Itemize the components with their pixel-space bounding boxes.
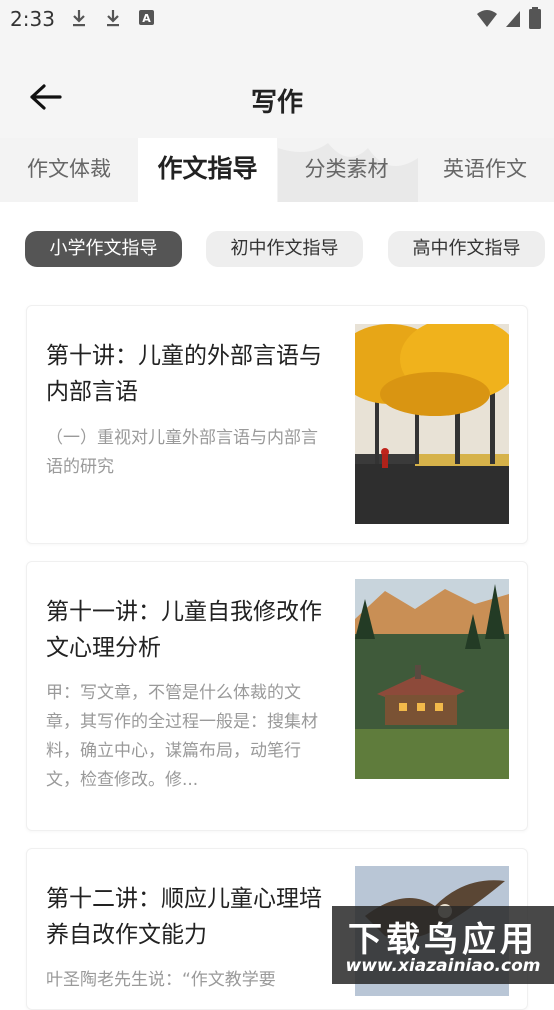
download-icon [73,10,85,27]
watermark-title: 下载鸟应用 [348,920,538,960]
wifi-icon [477,10,497,27]
tab-bar: 作文体裁 作文指导 分类素材 英语作文 [0,138,554,202]
download-icon [107,10,119,27]
app-header: 写作 [0,38,554,138]
chip-senior-high[interactable]: 高中作文指导 [388,231,545,267]
chip-primary-school[interactable]: 小学作文指导 [25,231,182,267]
article-card[interactable]: 第十讲：儿童的外部言语与内部言语 （一）重视对儿童外部言语与内部言语的研究 [26,305,528,544]
article-title: 第十讲：儿童的外部言语与内部言语 [46,343,322,405]
tab-composition-guide[interactable]: 作文指导 [138,138,277,202]
article-description: 叶圣陶老先生说：“作文教学要 [46,970,276,990]
article-card[interactable]: 第十一讲：儿童自我修改作文心理分析 甲：写文章，不管是什么体裁的文章，其写作的全… [26,561,528,831]
tab-english-composition[interactable]: 英语作文 [416,138,554,202]
tab-composition-genre[interactable]: 作文体裁 [0,138,138,202]
page-title: 写作 [250,88,303,118]
battery-icon [529,7,541,29]
article-description: 甲：写文章，不管是什么体裁的文章，其写作的全过程一般是：搜集材料，确立中心，谋篇… [46,683,318,790]
watermark-url: www.xiazainiao.com [345,956,541,976]
font-a-icon: A [139,10,154,25]
article-title: 第十一讲：儿童自我修改作文心理分析 [46,599,322,661]
article-description: （一）重视对儿童外部言语与内部言语的研究 [46,428,318,477]
svg-text:A: A [142,12,151,25]
signal-icon [506,11,520,27]
autumn-trees-image [355,324,509,524]
log-cabin-image [355,579,509,779]
tab-category-material[interactable]: 分类素材 [277,138,416,202]
article-title: 第十二讲：顺应儿童心理培养自改作文能力 [46,886,322,948]
watermark: 下载鸟应用 www.xiazainiao.com [332,906,554,984]
status-time: 2:33 [10,7,55,31]
chip-junior-high[interactable]: 初中作文指导 [206,231,363,267]
status-bar: 2:33 A [0,0,554,38]
